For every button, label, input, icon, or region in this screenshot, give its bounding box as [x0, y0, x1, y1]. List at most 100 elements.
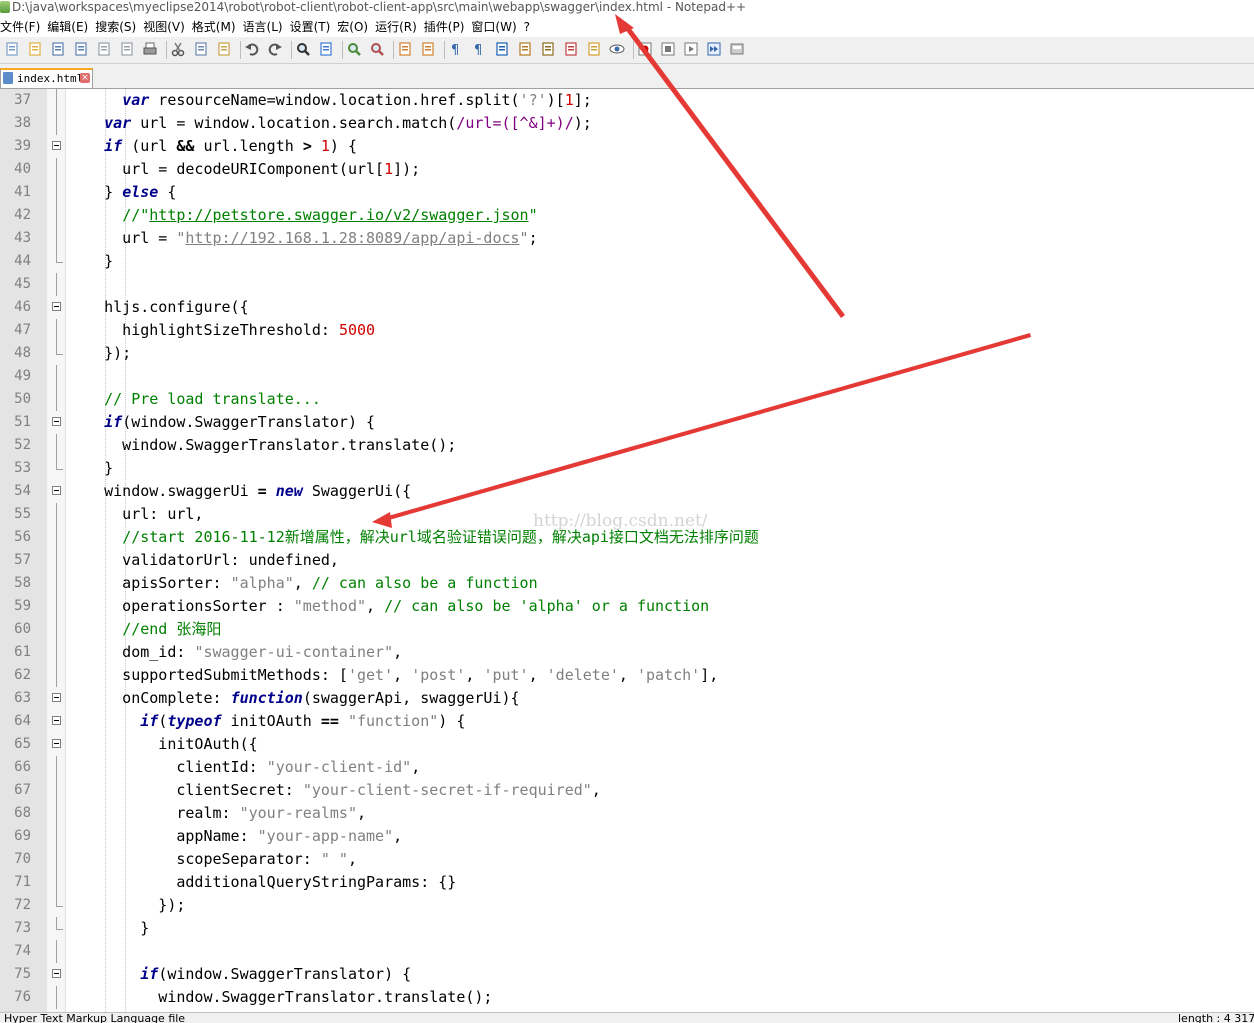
fold-toggle-icon[interactable]	[52, 302, 61, 311]
menu-settings[interactable]: 设置(T)	[290, 17, 338, 37]
code-line[interactable]: 53 }	[0, 457, 1254, 480]
code-line[interactable]: 65 initOAuth({	[0, 733, 1254, 756]
find-icon[interactable]	[295, 41, 311, 57]
code-token: "your-app-name"	[257, 827, 394, 845]
code-line[interactable]: 37 var resourceName=window.location.href…	[0, 89, 1254, 112]
menu-help[interactable]: ?	[524, 17, 537, 37]
code-line[interactable]: 74	[0, 940, 1254, 963]
code-line[interactable]: 61 dom_id: "swagger-ui-container",	[0, 641, 1254, 664]
menu-view[interactable]: 视图(V)	[143, 17, 192, 37]
fold-line-marker	[56, 112, 57, 135]
code-line[interactable]: 71 additionalQueryStringParams: {}	[0, 871, 1254, 894]
close-tab-icon[interactable]: ×	[80, 73, 90, 83]
monitoring-icon[interactable]	[609, 41, 625, 57]
code-line[interactable]: 68 realm: "your-realms",	[0, 802, 1254, 825]
code-line[interactable]: 76 window.SwaggerTranslator.translate();	[0, 986, 1254, 1009]
menu-window[interactable]: 窗口(W)	[471, 17, 523, 37]
code-line[interactable]: 64 if(typeof initOAuth == "function") {	[0, 710, 1254, 733]
fold-toggle-icon[interactable]	[52, 417, 61, 426]
stop-record-icon[interactable]	[660, 41, 676, 57]
code-line[interactable]: 60 //end 张海阳	[0, 618, 1254, 641]
code-line[interactable]: 39 if (url && url.length > 1) {	[0, 135, 1254, 158]
code-line[interactable]: 57 validatorUrl: undefined,	[0, 549, 1254, 572]
sync-horizontal-icon[interactable]	[420, 41, 436, 57]
code-line[interactable]: 73 }	[0, 917, 1254, 940]
code-line[interactable]: 42 //"http://petstore.swagger.io/v2/swag…	[0, 204, 1254, 227]
code-token: highlightSizeThreshold:	[68, 321, 339, 339]
fold-toggle-icon[interactable]	[52, 693, 61, 702]
save-icon[interactable]	[50, 41, 66, 57]
code-line[interactable]: 54 window.swaggerUi = new SwaggerUi({	[0, 480, 1254, 503]
print-icon[interactable]	[142, 41, 158, 57]
menu-plugins[interactable]: 插件(P)	[424, 17, 472, 37]
code-line[interactable]: 51 if(window.SwaggerTranslator) {	[0, 411, 1254, 434]
code-line[interactable]: 63 onComplete: function(swaggerApi, swag…	[0, 687, 1254, 710]
menu-run[interactable]: 运行(R)	[375, 17, 424, 37]
code-line[interactable]: 38 var url = window.location.search.matc…	[0, 112, 1254, 135]
code-line[interactable]: 58 apisSorter: "alpha", // can also be a…	[0, 572, 1254, 595]
fold-toggle-icon[interactable]	[52, 739, 61, 748]
code-token: ,	[393, 643, 403, 661]
code-line[interactable]: 75 if(window.SwaggerTranslator) {	[0, 963, 1254, 986]
close-icon[interactable]	[96, 41, 112, 57]
editor[interactable]: 37 var resourceName=window.location.href…	[0, 89, 1254, 1012]
fold-toggle-icon[interactable]	[52, 716, 61, 725]
tab-index-html[interactable]: index.html ×	[0, 68, 93, 88]
indent-guide-icon[interactable]	[494, 41, 510, 57]
sync-vertical-icon[interactable]	[397, 41, 413, 57]
zoom-out-icon[interactable]	[369, 41, 385, 57]
play-macro-icon[interactable]	[683, 41, 699, 57]
undo-icon[interactable]	[244, 41, 260, 57]
record-macro-icon[interactable]	[637, 41, 653, 57]
paste-icon[interactable]	[216, 41, 232, 57]
code-token: clientSecret:	[68, 781, 303, 799]
code-line[interactable]: 48 });	[0, 342, 1254, 365]
menu-macro[interactable]: 宏(O)	[337, 17, 375, 37]
code-line[interactable]: 52 window.SwaggerTranslator.translate();	[0, 434, 1254, 457]
code-text: //end 张海阳	[68, 618, 221, 641]
word-wrap-icon[interactable]: ¶	[448, 41, 464, 57]
cut-icon[interactable]	[170, 41, 186, 57]
document-map-icon[interactable]	[540, 41, 556, 57]
copy-icon[interactable]	[193, 41, 209, 57]
code-line[interactable]: 46 hljs.configure({	[0, 296, 1254, 319]
menu-language[interactable]: 语言(L)	[243, 17, 290, 37]
redo-icon[interactable]	[267, 41, 283, 57]
code-line[interactable]: 69 appName: "your-app-name",	[0, 825, 1254, 848]
code-line[interactable]: 66 clientId: "your-client-id",	[0, 756, 1254, 779]
code-line[interactable]: 50 // Pre load translate...	[0, 388, 1254, 411]
menu-search[interactable]: 搜索(S)	[95, 17, 143, 37]
save-all-icon[interactable]	[73, 41, 89, 57]
show-all-chars-icon[interactable]: ¶	[471, 41, 487, 57]
code-line[interactable]: 40 url = decodeURIComponent(url[1]);	[0, 158, 1254, 181]
code-line[interactable]: 45	[0, 273, 1254, 296]
code-token: resourceName=window.location.href.split(	[149, 91, 520, 109]
fold-toggle-icon[interactable]	[52, 141, 61, 150]
replace-icon[interactable]	[318, 41, 334, 57]
code-line[interactable]: 62 supportedSubmitMethods: ['get', 'post…	[0, 664, 1254, 687]
fold-toggle-icon[interactable]	[52, 969, 61, 978]
code-line[interactable]: 67 clientSecret: "your-client-secret-if-…	[0, 779, 1254, 802]
menu-format[interactable]: 格式(M)	[192, 17, 243, 37]
zoom-in-icon[interactable]	[346, 41, 362, 57]
close-all-icon[interactable]	[119, 41, 135, 57]
open-file-icon[interactable]	[27, 41, 43, 57]
code-line[interactable]: 44 }	[0, 250, 1254, 273]
fold-toggle-icon[interactable]	[52, 486, 61, 495]
new-file-icon[interactable]	[4, 41, 20, 57]
function-list-icon[interactable]	[563, 41, 579, 57]
folder-workspace-icon[interactable]	[586, 41, 602, 57]
code-line[interactable]: 47 highlightSizeThreshold: 5000	[0, 319, 1254, 342]
code-line[interactable]: 43 url = "http://192.168.1.28:8089/app/a…	[0, 227, 1254, 250]
code-line[interactable]: 41 } else {	[0, 181, 1254, 204]
code-line[interactable]: 59 operationsSorter : "method", // can a…	[0, 595, 1254, 618]
save-macro-icon[interactable]	[729, 41, 745, 57]
code-line[interactable]: 49	[0, 365, 1254, 388]
user-language-icon[interactable]	[517, 41, 533, 57]
run-macro-multiple-icon[interactable]	[706, 41, 722, 57]
code-line[interactable]: 70 scopeSeparator: " ",	[0, 848, 1254, 871]
menu-edit[interactable]: 编辑(E)	[47, 17, 95, 37]
code-line[interactable]: 72 });	[0, 894, 1254, 917]
menu-file[interactable]: 文件(F)	[0, 17, 47, 37]
